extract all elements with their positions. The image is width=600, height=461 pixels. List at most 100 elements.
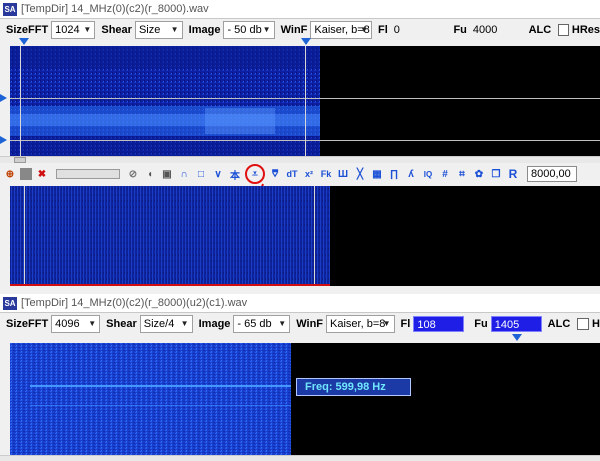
hres-label: H <box>592 318 600 330</box>
window2-titlebar: SA [TempDir] 14_MHz(0)(c2)(r_8000)(u2)(c… <box>0 294 600 313</box>
fl-field[interactable]: 0 <box>391 22 444 38</box>
frequency-readout: Freq: 599,98 Hz <box>296 378 411 396</box>
zoom-icon[interactable]: ⊕ <box>3 167 17 181</box>
spectrogram-middle[interactable] <box>10 186 600 286</box>
app-icon: SA <box>3 2 17 16</box>
upper-freq-marker[interactable] <box>301 38 311 45</box>
hres-checkbox[interactable] <box>577 318 590 330</box>
winf-label: WinF <box>296 318 324 330</box>
spectrogram-bottom[interactable] <box>10 343 600 455</box>
chevron-down-icon: ▼ <box>88 319 97 328</box>
level-marker[interactable] <box>0 136 7 144</box>
image-value: - 50 db <box>227 24 262 36</box>
image-label: Image <box>198 318 231 330</box>
image-select[interactable]: - 65 db ▼ <box>233 315 291 333</box>
fu-field[interactable]: 4000 <box>470 22 523 38</box>
hres-label: HRes <box>571 24 600 36</box>
cursor-line <box>305 46 306 156</box>
fl-field[interactable]: 108 <box>413 316 465 332</box>
bars-icon[interactable]: ∏ <box>387 167 401 181</box>
fl-label: Fl <box>400 318 411 330</box>
window-separator <box>0 286 600 294</box>
shear-label: Shear <box>101 24 132 36</box>
chevron-down-icon: ▼ <box>278 319 287 328</box>
chevron-down-icon: ▼ <box>262 25 271 34</box>
sizefft-select[interactable]: 1024 ▼ <box>51 21 96 39</box>
fl-label: Fl <box>378 24 388 36</box>
stop-square-icon[interactable] <box>20 168 32 180</box>
cross-out-icon[interactable]: ✖ <box>35 167 49 181</box>
sizefft-value: 4096 <box>55 318 80 330</box>
winf-label: WinF <box>280 24 308 36</box>
fu-field[interactable]: 1405 <box>490 316 542 332</box>
window1-title: [TempDir] 14_MHz(0)(c2)(r_8000).wav <box>21 3 209 15</box>
sizefft-value: 1024 <box>55 24 80 36</box>
sizefft-label: SizeFFT <box>6 24 49 36</box>
spectrogram-image-middle <box>10 186 330 286</box>
window1-titlebar: SA [TempDir] 14_MHz(0)(c2)(r_8000).wav <box>0 0 600 19</box>
sizefft-label: SizeFFT <box>6 318 49 330</box>
winf-select[interactable]: Kaiser, b=8 ▼ <box>326 315 395 333</box>
square-icon[interactable]: □ <box>194 167 208 181</box>
iq-icon[interactable]: IQ <box>421 167 435 181</box>
speaker-icon[interactable]: ◖ <box>143 167 157 181</box>
x-squared-icon[interactable]: x² <box>302 167 316 181</box>
gear-icon[interactable]: ✿ <box>472 167 486 181</box>
lambda-icon[interactable]: ʎ <box>404 167 418 181</box>
shear-label: Shear <box>106 318 137 330</box>
arc-up-icon[interactable]: ∩ <box>177 167 191 181</box>
circle-slash-icon[interactable]: ⊘ <box>126 167 140 181</box>
tree-icon[interactable]: 本 <box>228 167 242 182</box>
shear-value: Size <box>138 24 161 36</box>
r-icon[interactable]: R <box>506 167 520 181</box>
winf-value: Kaiser, b=8 <box>330 318 386 330</box>
image-label: Image <box>188 24 221 36</box>
cursor-line <box>20 46 21 156</box>
fu-label: Fu <box>474 318 488 330</box>
chevron-down-icon: ▼ <box>180 319 189 328</box>
image-value: - 65 db <box>237 318 272 330</box>
upper-freq-marker[interactable] <box>512 334 522 341</box>
winf-select[interactable]: Kaiser, b=8 ▼ <box>310 21 373 39</box>
comb-icon[interactable]: Ш <box>336 167 350 181</box>
alc-label: ALC <box>528 24 552 36</box>
shear-select[interactable]: Size/4 ▼ <box>139 315 193 333</box>
horizontal-scrollbar[interactable] <box>0 455 600 461</box>
chevron-down-icon: ▼ <box>170 25 179 34</box>
frame-icon[interactable]: ▣ <box>160 167 174 181</box>
alc-label: ALC <box>547 318 571 330</box>
cross-icon[interactable]: ╳ <box>353 167 367 181</box>
chevron-down-icon: ▼ <box>382 319 391 328</box>
window2-controls: SizeFFT 4096 ▼ Shear Size/4 ▼ Image - 65… <box>0 313 600 335</box>
copy-icon[interactable]: ❐ <box>489 167 503 181</box>
sizefft-select[interactable]: 4096 ▼ <box>51 315 101 333</box>
grid-icon[interactable]: ▦ <box>370 167 384 181</box>
f-sub-icon[interactable]: Fk <box>319 167 333 181</box>
window2-title: [TempDir] 14_MHz(0)(c2)(r_8000)(u2)(c1).… <box>21 297 248 309</box>
chevron-down-icon: ▼ <box>360 25 368 34</box>
cursor-line <box>24 186 25 286</box>
spectrogram-image-bottom <box>10 343 291 455</box>
spectrogram-top[interactable] <box>10 46 600 156</box>
app-icon: SA <box>3 296 17 310</box>
toolbar: ⊕ ✖ ⊘ ◖ ▣ ∩ □ ∨ 本 ⩡ ⩢ dT x² Fk Ш ╳ ▦ ∏ ʎ… <box>0 163 600 185</box>
horizontal-scrollbar[interactable] <box>0 156 600 163</box>
filter-down-icon[interactable]: ⩡ <box>245 164 265 184</box>
shear-select[interactable]: Size ▼ <box>134 21 183 39</box>
window1-controls: SizeFFT 1024 ▼ Shear Size ▼ Image - 50 d… <box>0 19 600 41</box>
filter-up-icon[interactable]: ⩢ <box>268 167 282 181</box>
shear-value: Size/4 <box>143 318 175 330</box>
double-hash-icon[interactable]: ⌗ <box>455 167 469 181</box>
chevron-down-icon: ▼ <box>83 25 92 34</box>
cursor-line <box>314 186 315 286</box>
valley-icon[interactable]: ∨ <box>211 167 225 181</box>
image-select[interactable]: - 50 db ▼ <box>223 21 275 39</box>
level-marker[interactable] <box>0 94 7 102</box>
sample-rate-input[interactable]: 8000,00 <box>527 166 577 182</box>
zoom-slider[interactable] <box>56 169 120 179</box>
hres-checkbox[interactable] <box>558 24 569 36</box>
fu-label: Fu <box>453 24 467 36</box>
dt-icon[interactable]: dT <box>285 167 299 181</box>
hash-icon[interactable]: # <box>438 167 452 181</box>
lower-freq-marker[interactable] <box>19 38 29 45</box>
